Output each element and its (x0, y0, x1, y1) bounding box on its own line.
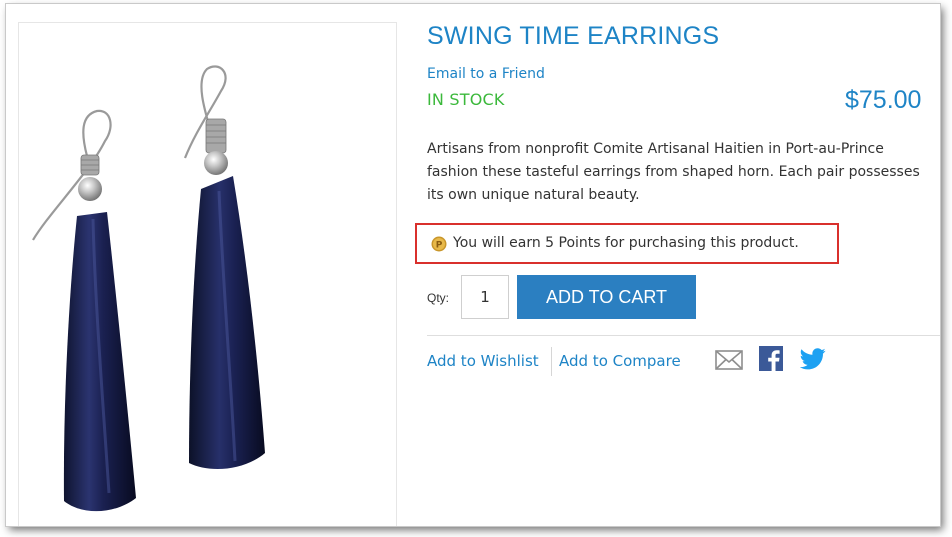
left-bead (78, 177, 102, 201)
qty-input[interactable] (461, 275, 509, 319)
reward-points-notice: P You will earn 5 Points for purchasing … (415, 223, 839, 264)
twitter-icon[interactable] (800, 348, 826, 370)
product-price: $75.00 (845, 86, 922, 114)
link-separator (551, 347, 552, 376)
reward-points-text: You will earn 5 Points for purchasing th… (453, 235, 799, 251)
facebook-icon[interactable] (759, 346, 783, 371)
product-description: Artisans from nonprofit Comite Artisanal… (427, 141, 920, 203)
add-to-cart-button[interactable]: ADD TO CART (517, 275, 696, 319)
screenshot-frame: SWING TIME EARRINGS Email to a Friend IN… (6, 4, 940, 526)
qty-label: Qty: (427, 291, 450, 305)
earrings-product-image (32, 65, 265, 512)
divider (427, 335, 940, 336)
right-bead (204, 151, 228, 175)
mail-icon[interactable] (715, 350, 743, 370)
stock-status: IN STOCK (427, 90, 505, 109)
product-title: SWING TIME EARRINGS (427, 22, 720, 50)
add-to-compare-link[interactable]: Add to Compare (559, 352, 681, 370)
add-to-wishlist-link[interactable]: Add to Wishlist (427, 352, 539, 370)
svg-text:P: P (436, 241, 443, 251)
coin-icon: P (431, 236, 447, 252)
product-image-panel[interactable] (18, 22, 397, 526)
email-to-friend-link[interactable]: Email to a Friend (427, 66, 545, 82)
